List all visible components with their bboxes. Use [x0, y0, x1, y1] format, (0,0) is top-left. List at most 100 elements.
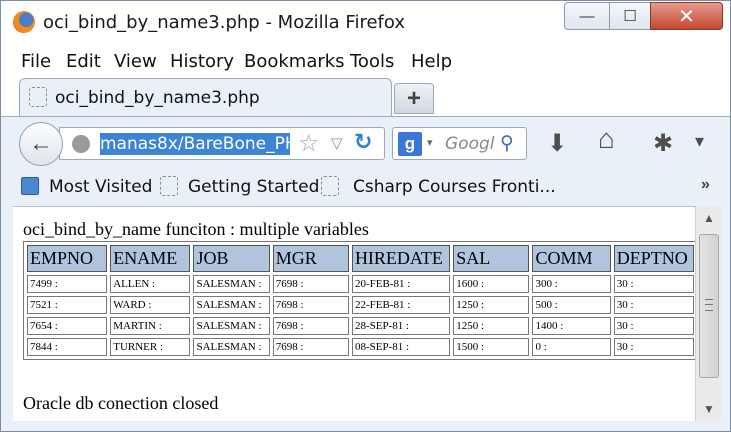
search-icon[interactable]: ⚲ [500, 132, 514, 155]
table-cell: 30 : [613, 317, 694, 335]
bookmark-csharp-courses[interactable]: Csharp Courses Fronti... [353, 177, 556, 197]
maximize-icon: ☐ [623, 8, 637, 25]
column-header: MGR [272, 245, 349, 272]
bookmark-star-icon[interactable]: ☆ [298, 129, 320, 158]
table-header-row: EMPNO ENAME JOB MGR HIREDATE SAL COMM DE… [27, 245, 694, 272]
toolbar-menu-dropdown-icon[interactable]: ▾ [695, 131, 704, 152]
table-cell: 28-SEP-81 : [351, 317, 451, 335]
table-cell: 0 : [532, 338, 611, 356]
globe-icon [72, 135, 90, 153]
column-header: SAL [453, 245, 530, 272]
table-cell: 7521 : [27, 296, 108, 314]
table-cell: 22-FEB-81 : [351, 296, 451, 314]
window-bottom-border [1, 421, 730, 431]
csharp-courses-icon [321, 176, 339, 196]
bookmark-getting-started[interactable]: Getting Started [188, 177, 319, 197]
table-cell: 7698 : [272, 317, 349, 335]
navigation-toolbar: manas8x/BareBone_PHP ☆ ▽ ↻ ← g ▾ Google … [1, 116, 730, 168]
table-cell: SALESMAN : [193, 338, 270, 356]
scrollbar-thumb[interactable] [699, 234, 719, 378]
column-header: ENAME [110, 245, 191, 272]
table-cell: 7499 : [27, 275, 108, 293]
table-cell: 20-FEB-81 : [351, 275, 451, 293]
column-header: EMPNO [27, 245, 108, 272]
menu-help[interactable]: Help [411, 51, 452, 72]
table-cell: 08-SEP-81 : [351, 338, 451, 356]
column-header: DEPTNO [613, 245, 694, 272]
scroll-down-arrow-icon[interactable]: ▼ [696, 399, 722, 419]
menu-history[interactable]: History [170, 51, 234, 72]
table-cell: 30 : [613, 338, 694, 356]
table-cell: SALESMAN : [193, 275, 270, 293]
column-header: COMM [532, 245, 611, 272]
close-icon: ✕ [678, 5, 695, 28]
menu-edit[interactable]: Edit [66, 51, 101, 72]
tab-title: oci_bind_by_name3.php [55, 88, 260, 108]
close-button[interactable]: ✕ [650, 2, 723, 30]
maximize-button[interactable]: ☐ [609, 2, 651, 30]
back-button[interactable]: ← [19, 122, 63, 166]
table-cell: ALLEN : [110, 275, 191, 293]
column-header: HIREDATE [351, 245, 451, 272]
vertical-scrollbar[interactable]: ▲ ▼ [695, 206, 721, 421]
table-cell: 30 : [613, 275, 694, 293]
bookmark-most-visited[interactable]: Most Visited [49, 177, 152, 197]
table-cell: 300 : [532, 275, 611, 293]
table-cell: 7654 : [27, 317, 108, 335]
table-cell: 1250 : [453, 317, 530, 335]
table-cell: 7698 : [272, 275, 349, 293]
table-cell: 500 : [532, 296, 611, 314]
table-cell: 1500 : [453, 338, 530, 356]
table-cell: 7844 : [27, 338, 108, 356]
new-tab-button[interactable]: + [394, 83, 434, 114]
browser-window: oci_bind_by_name3.php - Mozilla Firefox … [0, 0, 731, 432]
table-cell: 7698 : [272, 338, 349, 356]
addon-icon[interactable]: ✱ [653, 129, 673, 158]
table-row: 7654 : MARTIN : SALESMAN : 7698 : 28-SEP… [27, 317, 694, 335]
minimize-button[interactable]: — [564, 2, 610, 30]
table-cell: 7698 : [272, 296, 349, 314]
window-title: oci_bind_by_name3.php - Mozilla Firefox [43, 12, 405, 33]
menu-view[interactable]: View [114, 51, 157, 72]
scroll-up-arrow-icon[interactable]: ▲ [696, 208, 722, 228]
table-cell: 1250 : [453, 296, 530, 314]
title-bar: oci_bind_by_name3.php - Mozilla Firefox … [1, 1, 730, 43]
table-cell: 1600 : [453, 275, 530, 293]
download-icon[interactable]: ⬇ [547, 129, 567, 158]
url-history-dropdown-icon[interactable]: ▽ [331, 134, 343, 152]
table-cell: 30 : [613, 296, 694, 314]
firefox-logo-icon [13, 11, 35, 33]
bookmarks-toolbar: Most Visited Getting Started Csharp Cour… [1, 168, 730, 206]
tab-strip: oci_bind_by_name3.php + [1, 78, 730, 116]
search-input[interactable]: Google [445, 134, 495, 154]
bookmarks-overflow-icon[interactable]: » [701, 176, 710, 194]
search-engine-dropdown-icon[interactable]: ▾ [427, 136, 433, 149]
menu-file[interactable]: File [21, 51, 51, 72]
url-text[interactable]: manas8x/BareBone_PHP [100, 133, 290, 155]
menu-tools[interactable]: Tools [350, 51, 394, 72]
menu-bar: File Edit View History Bookmarks Tools H… [1, 43, 730, 78]
search-bar[interactable]: g ▾ Google ⚲ [392, 127, 527, 160]
page-favicon-icon [29, 87, 47, 107]
minimize-icon: — [579, 7, 595, 25]
menu-bookmarks[interactable]: Bookmarks [244, 51, 345, 72]
table-cell: TURNER : [110, 338, 191, 356]
home-icon[interactable]: ⌂ [598, 123, 615, 155]
table-cell: WARD : [110, 296, 191, 314]
page-heading: oci_bind_by_name funciton : multiple var… [23, 219, 369, 239]
url-bar[interactable]: manas8x/BareBone_PHP ☆ ▽ ↻ [59, 127, 385, 160]
table-cell: SALESMAN : [193, 317, 270, 335]
most-visited-icon [21, 177, 39, 195]
table-cell: MARTIN : [110, 317, 191, 335]
tab-oci-bind-by-name3[interactable]: oci_bind_by_name3.php [19, 78, 392, 116]
employee-table: EMPNO ENAME JOB MGR HIREDATE SAL COMM DE… [23, 241, 695, 360]
column-header: JOB [193, 245, 270, 272]
table-cell: SALESMAN : [193, 296, 270, 314]
page-content: oci_bind_by_name funciton : multiple var… [13, 206, 695, 421]
table-row: 7499 : ALLEN : SALESMAN : 7698 : 20-FEB-… [27, 275, 694, 293]
google-icon[interactable]: g [398, 132, 422, 156]
table-cell: 1400 : [532, 317, 611, 335]
table-row: 7521 : WARD : SALESMAN : 7698 : 22-FEB-8… [27, 296, 694, 314]
table-row: 7844 : TURNER : SALESMAN : 7698 : 08-SEP… [27, 338, 694, 356]
reload-icon[interactable]: ↻ [354, 129, 372, 155]
